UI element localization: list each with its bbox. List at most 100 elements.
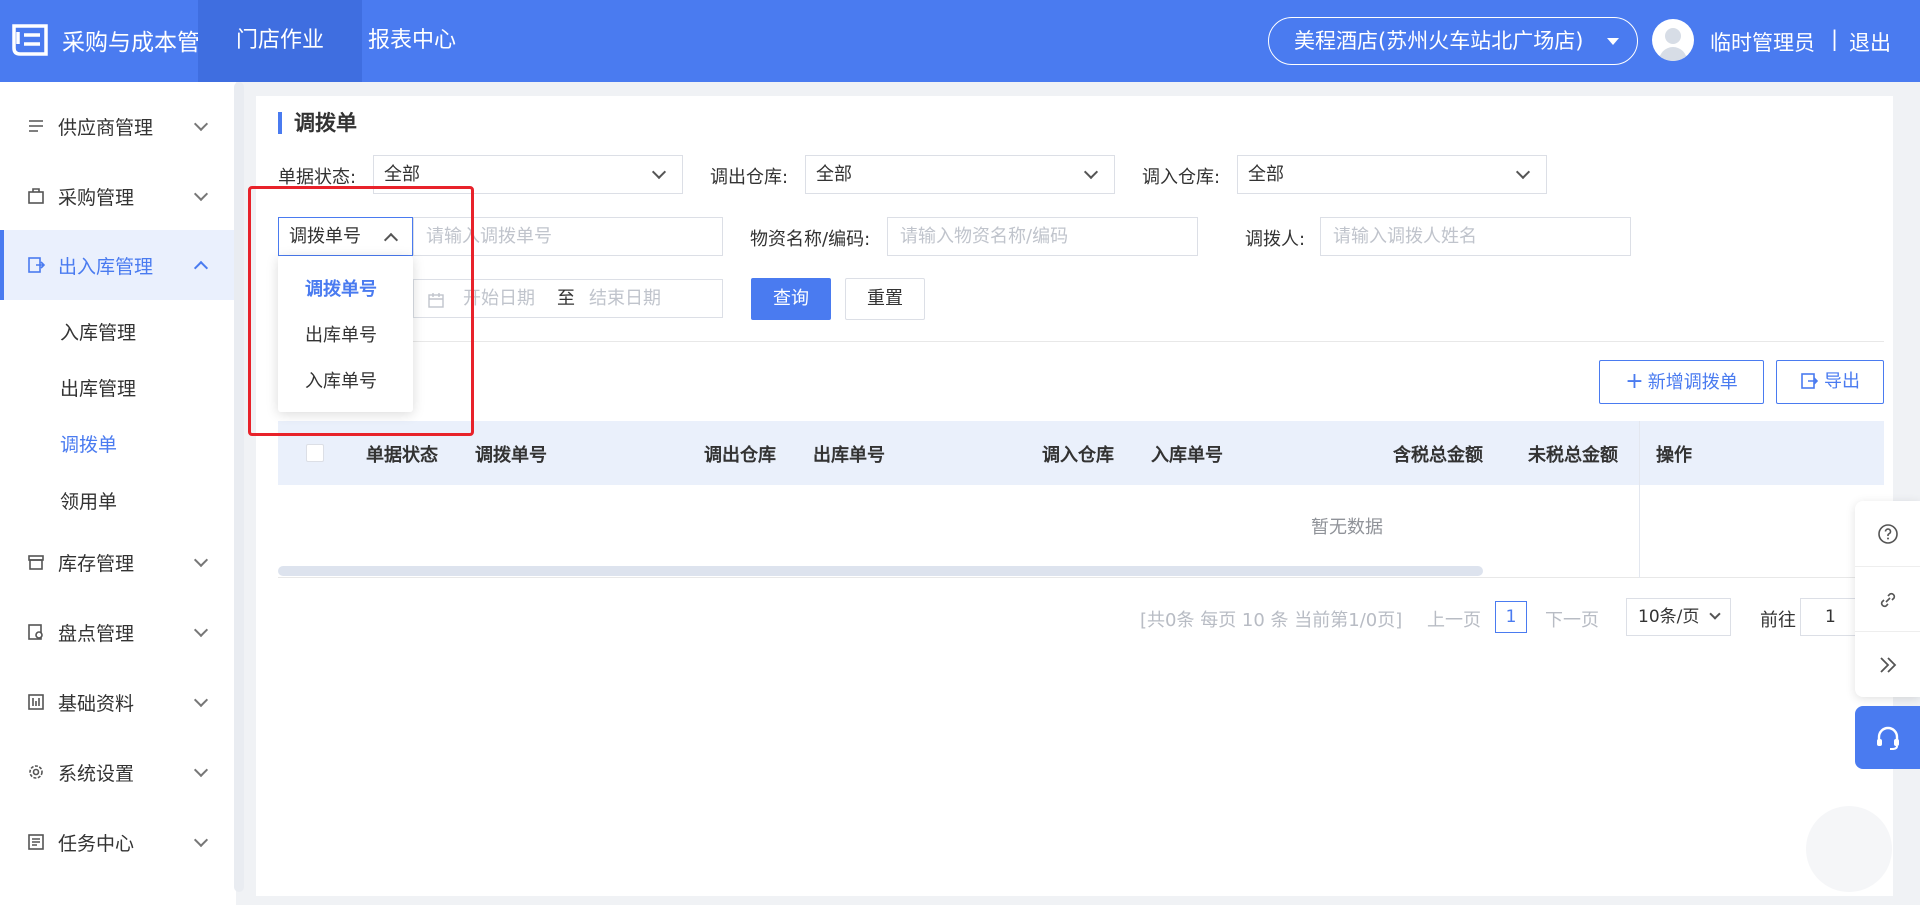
- sidebar-subitem-inbound[interactable]: 入库管理: [60, 318, 136, 345]
- sidebar-item-label: 出入库管理: [58, 255, 154, 278]
- chevron-down-icon: [1083, 164, 1099, 180]
- sidebar-item-label: 采购管理: [58, 186, 135, 209]
- export-label: 导出: [1824, 371, 1860, 392]
- select-all-checkbox[interactable]: [306, 444, 324, 462]
- chevron-down-icon: [193, 116, 209, 132]
- chevron-down-icon: [193, 692, 209, 708]
- sidebar-subitem-transfer[interactable]: 调拨单: [60, 430, 117, 457]
- in-warehouse-select[interactable]: 全部: [1237, 155, 1547, 194]
- chevron-down-icon: [651, 164, 667, 180]
- column-header-inbound-no[interactable]: 入库单号: [1151, 441, 1223, 467]
- add-transfer-label: 新增调拨单: [1647, 372, 1738, 393]
- query-button[interactable]: 查询: [751, 278, 831, 320]
- page-size-select[interactable]: 10条/页: [1626, 598, 1731, 636]
- supplier-icon: [29, 120, 43, 132]
- chevron-down-icon: [193, 832, 209, 848]
- headset-icon: [1876, 726, 1899, 750]
- inout-icon: [28, 257, 45, 273]
- inventory-icon: [28, 555, 44, 570]
- column-header-tax-total[interactable]: 含税总金额: [1393, 441, 1483, 467]
- sidebar-subitem-requisition[interactable]: 领用单: [60, 487, 117, 514]
- table-body: [278, 485, 1884, 578]
- table-horizontal-scrollbar[interactable]: [278, 566, 1483, 576]
- sidebar-item-label: 库存管理: [58, 552, 135, 575]
- task-icon: [28, 834, 44, 850]
- export-icon: [1801, 373, 1819, 389]
- column-header-out-warehouse[interactable]: 调出仓库: [704, 441, 776, 467]
- tab-report-center[interactable]: 报表中心: [330, 0, 494, 82]
- sidebar-item-basic-data[interactable]: 基础资料: [0, 667, 236, 737]
- column-header-status[interactable]: 单据状态: [366, 441, 438, 467]
- link-icon: [1880, 592, 1895, 607]
- column-header-in-warehouse[interactable]: 调入仓库: [1042, 441, 1114, 467]
- in-warehouse-value: 全部: [1248, 164, 1284, 185]
- sidebar-item-inout[interactable]: 出入库管理: [0, 230, 236, 300]
- next-page-button[interactable]: 下一页: [1545, 606, 1599, 632]
- sidebar-item-settings[interactable]: 系统设置: [0, 737, 236, 807]
- filter-divider: [278, 341, 1884, 342]
- store-selector[interactable]: 美程酒店(苏州火车站北广场店): [1268, 17, 1638, 65]
- logo-icon: [12, 24, 48, 56]
- sidebar-item-label: 盘点管理: [58, 622, 135, 645]
- date-end-placeholder: 结束日期: [589, 288, 661, 309]
- sidebar-item-label: 系统设置: [58, 762, 135, 785]
- user-name: 临时管理员: [1710, 31, 1815, 55]
- fixed-column-divider: [1639, 421, 1640, 578]
- app-logo[interactable]: 采购与成本管理: [10, 22, 223, 58]
- settings-icon: [29, 765, 43, 779]
- link-button[interactable]: [1855, 567, 1920, 632]
- in-warehouse-label: 调入仓库:: [1142, 167, 1221, 188]
- page-size-value: 10条/页: [1638, 607, 1700, 627]
- sidebar-item-task-center[interactable]: 任务中心: [0, 807, 236, 877]
- sidebar: 供应商管理 采购管理 出入库管理 入库管理 出库管理 调拨单 领用单 库存管理 …: [0, 82, 236, 905]
- material-input[interactable]: 请输入物资名称/编码: [887, 217, 1198, 256]
- chevron-down-icon: [1709, 608, 1721, 620]
- avatar[interactable]: [1652, 19, 1694, 61]
- avatar-head-icon: [1665, 28, 1681, 44]
- plus-icon: +: [1625, 369, 1644, 394]
- floating-toolbar: [1855, 501, 1920, 697]
- collapse-toolbar-button[interactable]: [1855, 632, 1920, 697]
- date-to-label: 至: [557, 288, 575, 309]
- transfer-person-placeholder: 请输入调拨人姓名: [1333, 226, 1477, 247]
- basic-data-icon: [28, 694, 44, 710]
- column-header-outbound-no[interactable]: 出库单号: [813, 441, 885, 467]
- prev-page-button[interactable]: 上一页: [1427, 606, 1481, 632]
- chevron-down-icon: [193, 762, 209, 778]
- transfer-person-label: 调拨人:: [1245, 229, 1306, 250]
- sidebar-item-label: 任务中心: [58, 832, 135, 855]
- chevron-down-icon: [193, 186, 209, 202]
- column-header-transfer-no[interactable]: 调拨单号: [475, 441, 547, 467]
- logout-link[interactable]: 退出: [1849, 27, 1891, 57]
- help-button[interactable]: [1855, 501, 1920, 566]
- material-placeholder: 请输入物资名称/编码: [900, 226, 1069, 247]
- goto-page-input[interactable]: 1: [1800, 598, 1862, 636]
- pagination-summary: [共0条 每页 10 条 当前第1/0页]: [1140, 610, 1403, 631]
- out-warehouse-label: 调出仓库:: [710, 167, 789, 188]
- page-title: 调拨单: [278, 112, 357, 134]
- sidebar-item-stocktake[interactable]: 盘点管理: [0, 597, 236, 667]
- caret-down-icon: [1607, 38, 1619, 45]
- store-name: 美程酒店(苏州火车站北广场店): [1294, 29, 1584, 53]
- out-warehouse-value: 全部: [816, 164, 852, 185]
- purchase-icon: [28, 188, 44, 204]
- chevron-up-icon: [193, 260, 209, 276]
- customer-service-button[interactable]: [1855, 706, 1920, 769]
- sidebar-item-inventory[interactable]: 库存管理: [0, 527, 236, 597]
- reset-button[interactable]: 重置: [845, 278, 925, 320]
- transfer-person-input[interactable]: 请输入调拨人姓名: [1320, 217, 1631, 256]
- add-transfer-button[interactable]: + 新增调拨单: [1599, 360, 1764, 404]
- page-number-current[interactable]: 1: [1495, 601, 1527, 633]
- export-button[interactable]: 导出: [1776, 360, 1884, 404]
- material-label: 物资名称/编码:: [750, 229, 871, 250]
- sidebar-scrollbar[interactable]: [234, 82, 244, 892]
- sidebar-item-supplier[interactable]: 供应商管理: [0, 91, 236, 161]
- out-warehouse-select[interactable]: 全部: [805, 155, 1115, 194]
- empty-text: 暂无数据: [1311, 517, 1383, 538]
- avatar-body-icon: [1659, 47, 1687, 61]
- sidebar-item-purchase[interactable]: 采购管理: [0, 161, 236, 231]
- column-header-pretax-total[interactable]: 未税总金额: [1528, 441, 1618, 467]
- sidebar-item-label: 供应商管理: [58, 116, 154, 139]
- column-header-actions: 操作: [1656, 445, 1692, 466]
- sidebar-subitem-outbound[interactable]: 出库管理: [60, 374, 136, 401]
